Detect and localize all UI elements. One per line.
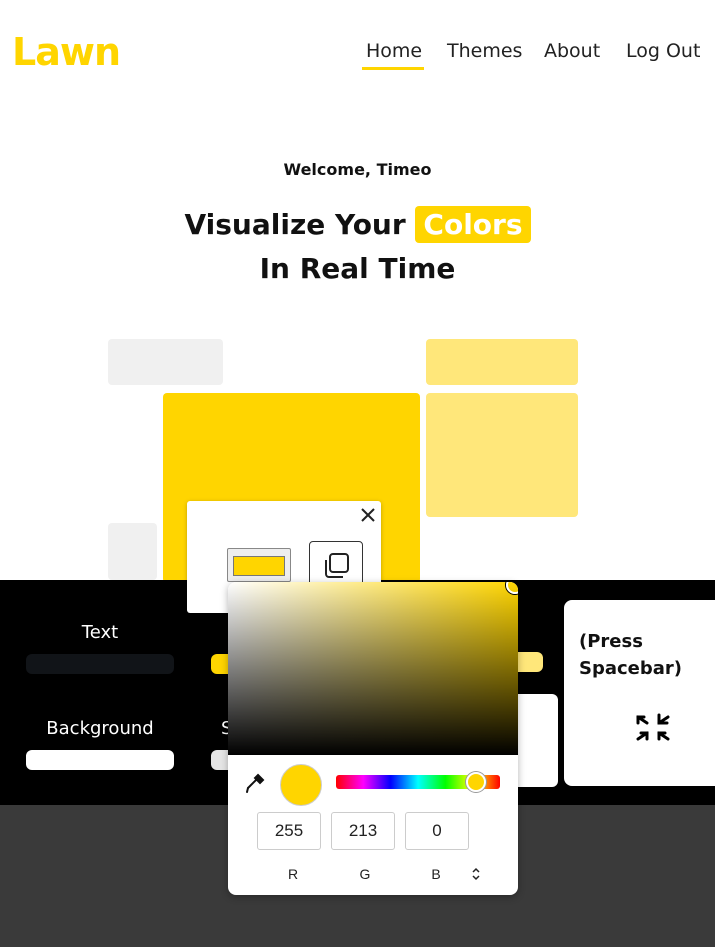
nav-about[interactable]: About <box>544 40 600 62</box>
hero-heading-line1: Visualize Your Colors <box>0 206 715 243</box>
eyedropper-icon[interactable] <box>244 772 266 794</box>
preview-block-light-right <box>426 393 578 517</box>
spacebar-hint-text: (Press Spacebar) <box>579 628 682 682</box>
nav-home[interactable]: Home <box>366 40 422 62</box>
hero-heading-line2: In Real Time <box>259 252 456 285</box>
swatch-bar-text[interactable] <box>26 654 174 674</box>
updown-chevron-icon[interactable] <box>470 866 482 881</box>
shrink-arrows-icon[interactable] <box>635 710 671 746</box>
red-label: R <box>287 866 299 882</box>
color-preview <box>280 764 322 806</box>
hero-heading-highlight: Colors <box>415 206 531 243</box>
red-input[interactable] <box>257 812 321 850</box>
popover-color-swatch[interactable] <box>233 556 285 576</box>
green-input[interactable] <box>331 812 395 850</box>
preview-block-gray-top <box>108 339 223 385</box>
spacebar-hint-line1: (Press <box>579 631 643 652</box>
swatch-label-text: Text <box>81 622 119 643</box>
hue-slider-handle[interactable] <box>466 772 486 792</box>
preview-block-gray-small <box>108 523 157 580</box>
app-logo[interactable]: Lawn <box>12 30 121 74</box>
nav-logout[interactable]: Log Out <box>626 40 700 62</box>
spacebar-hint-line2: Spacebar) <box>579 658 683 679</box>
nav-themes[interactable]: Themes <box>447 40 522 62</box>
blue-label: B <box>431 866 441 882</box>
welcome-text: Welcome, Timeo <box>283 160 432 179</box>
green-label: G <box>359 866 371 882</box>
hero-heading-prefix: Visualize Your <box>184 208 406 241</box>
saturation-area[interactable] <box>228 582 518 755</box>
preview-block-light-top <box>426 339 578 385</box>
nav-active-indicator <box>362 67 424 70</box>
swatch-bar-background[interactable] <box>26 750 174 770</box>
swatch-label-background: Background <box>46 718 154 739</box>
close-icon[interactable] <box>358 505 378 525</box>
blue-input[interactable] <box>405 812 469 850</box>
color-picker: R G B <box>228 582 518 895</box>
